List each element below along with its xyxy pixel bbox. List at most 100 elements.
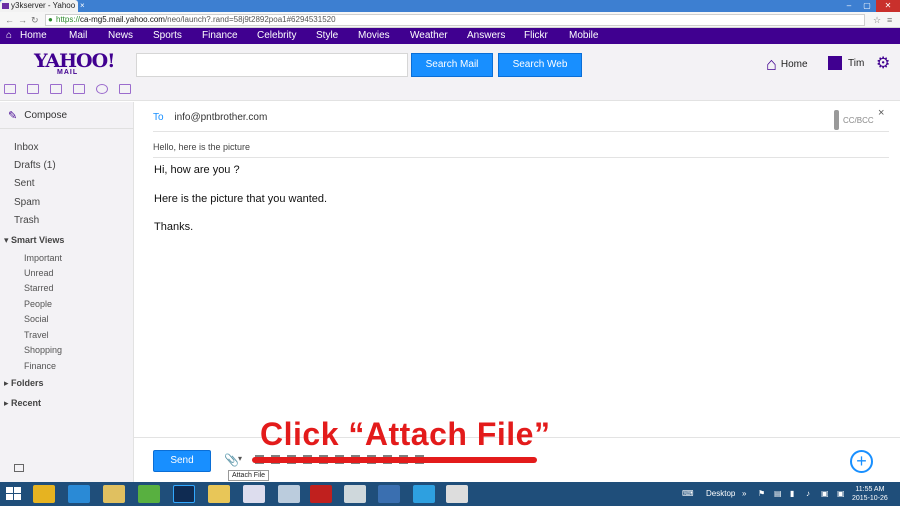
smart-view-finance[interactable]: Finance	[24, 361, 56, 371]
smart-view-unread[interactable]: Unread	[24, 268, 54, 278]
nav-item-news[interactable]: News	[108, 28, 133, 44]
nav-item-mobile[interactable]: Mobile	[569, 28, 598, 44]
folder-trash[interactable]: Trash	[14, 215, 39, 226]
close-compose-icon[interactable]: ×	[878, 107, 884, 119]
user-avatar-icon	[828, 56, 842, 70]
nav-item-answers[interactable]: Answers	[467, 28, 505, 44]
attach-dropdown-caret-icon[interactable]: ▾	[238, 454, 242, 463]
bookmark-star-icon[interactable]: ☆	[873, 14, 881, 26]
windows-taskbar: ⌨ Desktop » ⚑ ▤ ▮ ♪ ▣ ▣ 11:55 AM 2015-10…	[0, 482, 900, 506]
smart-view-important[interactable]: Important	[24, 253, 62, 263]
folder-inbox[interactable]: Inbox	[14, 142, 38, 153]
nav-item-mail[interactable]: Mail	[69, 28, 87, 44]
cc-bcc-toggle[interactable]: CC/BCC	[843, 116, 874, 125]
url-field[interactable]: ● https://ca-mg5.mail.yahoo.com/neo/launc…	[45, 14, 865, 26]
nav-item-sports[interactable]: Sports	[153, 28, 182, 44]
smart-view-social[interactable]: Social	[24, 314, 49, 324]
messenger-app-icon[interactable]	[96, 84, 108, 94]
nav-item-flickr[interactable]: Flickr	[524, 28, 548, 44]
nav-item-movies[interactable]: Movies	[358, 28, 390, 44]
search-input[interactable]	[136, 53, 408, 77]
calendar-app-icon[interactable]	[50, 84, 62, 94]
contacts-app-icon[interactable]	[27, 84, 39, 94]
vnc-taskbar-icon[interactable]	[446, 485, 468, 503]
tray-signal-icon[interactable]: ▮	[790, 486, 794, 502]
teamviewer-taskbar-icon[interactable]	[413, 485, 435, 503]
network-taskbar-icon[interactable]	[378, 485, 400, 503]
body-line[interactable]: Here is the picture that you wanted.	[154, 193, 327, 205]
nav-item-home[interactable]: Home	[20, 28, 47, 44]
header-user-link[interactable]: Tim	[828, 56, 864, 70]
maximize-icon[interactable]: ▢	[858, 0, 876, 12]
explorer-taskbar-icon[interactable]	[103, 485, 125, 503]
cc-bcc-handle[interactable]	[834, 110, 839, 130]
folder-drafts[interactable]: Drafts (1)	[14, 160, 56, 171]
smart-view-starred[interactable]: Starred	[24, 283, 54, 293]
send-button[interactable]: Send	[153, 450, 211, 472]
caret-right-icon: ▸	[4, 378, 12, 388]
desktop-toolbar[interactable]: Desktop	[706, 486, 735, 502]
tab-close-icon[interactable]: ×	[80, 0, 85, 12]
recent-toggle[interactable]: ▸ Recent	[4, 398, 41, 409]
notepad-app-icon[interactable]	[73, 84, 85, 94]
nav-item-weather[interactable]: Weather	[410, 28, 448, 44]
header-user-label: Tim	[848, 57, 865, 69]
nav-item-finance[interactable]: Finance	[202, 28, 238, 44]
add-plus-icon[interactable]: +	[850, 450, 873, 473]
header-home-label: Home	[780, 58, 808, 70]
filezilla-taskbar-icon[interactable]	[310, 485, 332, 503]
body-line[interactable]: Thanks.	[154, 221, 193, 233]
smart-view-people[interactable]: People	[24, 299, 52, 309]
folder-spam[interactable]: Spam	[14, 197, 40, 208]
smart-view-shopping[interactable]: Shopping	[24, 345, 62, 355]
dreamweaver-taskbar-icon[interactable]	[138, 485, 160, 503]
back-icon[interactable]: ←	[5, 14, 14, 26]
chrome-taskbar-icon[interactable]	[33, 485, 55, 503]
tray-app-icon[interactable]: ▣	[821, 486, 829, 502]
app-taskbar-icon[interactable]	[344, 485, 366, 503]
window-close-icon[interactable]: ✕	[876, 0, 900, 12]
browser-menu-icon[interactable]: ≡	[887, 14, 892, 26]
yahoo-logo[interactable]: YAHOO!	[34, 52, 115, 71]
to-field[interactable]: To info@pntbrother.com	[153, 112, 267, 123]
nav-home-icon[interactable]: ⌂	[6, 28, 12, 44]
reload-icon[interactable]: ↻	[31, 14, 39, 26]
tray-volume-icon[interactable]: ♪	[806, 486, 810, 502]
folders-toggle[interactable]: ▸ Folders	[4, 378, 44, 389]
nav-item-style[interactable]: Style	[316, 28, 338, 44]
smart-view-travel[interactable]: Travel	[24, 330, 49, 340]
folder-taskbar-icon[interactable]	[208, 485, 230, 503]
nav-item-celebrity[interactable]: Celebrity	[257, 28, 296, 44]
keyboard-icon[interactable]: ⌨	[682, 486, 694, 502]
taskbar-clock[interactable]: 11:55 AM 2015-10-26	[852, 485, 888, 503]
windows-start-icon[interactable]	[6, 487, 22, 501]
search-mail-button[interactable]: Search Mail	[411, 53, 493, 77]
tray-overflow-icon[interactable]: »	[742, 486, 746, 502]
subject-field[interactable]: Hello, here is the picture	[153, 142, 250, 152]
ie-taskbar-icon[interactable]	[68, 485, 90, 503]
body-line[interactable]: Hi, how are you ?	[154, 164, 240, 176]
document-taskbar-icon[interactable]	[278, 485, 300, 503]
browser-tab[interactable]: y3kserver - Yahoo M	[0, 0, 78, 12]
settings-gear-icon[interactable]: ⚙	[876, 55, 890, 73]
mail-app-icon[interactable]	[4, 84, 16, 94]
folder-sent[interactable]: Sent	[14, 178, 35, 189]
search-web-button[interactable]: Search Web	[498, 53, 582, 77]
paperclip-attach-icon[interactable]: 📎	[224, 454, 239, 466]
minimize-icon[interactable]: –	[840, 0, 858, 12]
newsfeed-app-icon[interactable]	[119, 84, 131, 94]
notepad-taskbar-icon[interactable]	[243, 485, 265, 503]
tray-flag-icon[interactable]: ⚑	[758, 486, 765, 502]
caret-down-icon: ▾	[4, 235, 12, 245]
header-home-link[interactable]: ⌂ Home	[766, 55, 808, 73]
compose-button[interactable]: ✎ Compose	[8, 109, 67, 122]
image-icon[interactable]	[14, 464, 24, 472]
smart-views-toggle[interactable]: ▾ Smart Views	[4, 235, 64, 246]
sidebar: ✎ Compose Inbox Drafts (1) Sent Spam Tra…	[0, 102, 134, 482]
tray-app-icon[interactable]: ▣	[837, 486, 845, 502]
tray-network-icon[interactable]: ▤	[774, 486, 782, 502]
to-recipient[interactable]: info@pntbrother.com	[174, 112, 267, 123]
sidebar-divider	[0, 128, 134, 129]
photoshop-taskbar-icon[interactable]	[173, 485, 195, 503]
forward-icon[interactable]: →	[18, 14, 27, 26]
